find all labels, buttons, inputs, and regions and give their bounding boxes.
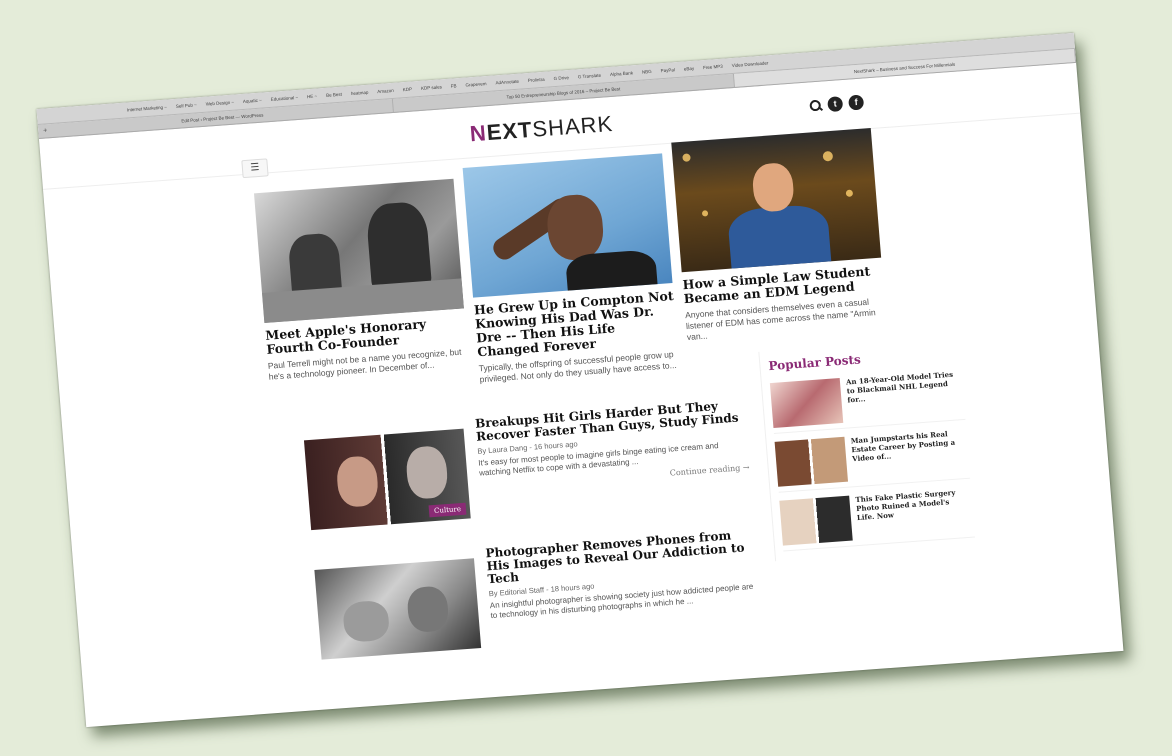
popular-post-title[interactable]: Man Jumpstarts his Real Estate Career by…: [850, 428, 962, 463]
story-card[interactable]: Meet Apple's Honorary Fourth Co-Founder …: [253, 178, 469, 383]
logo-shark: SHARK: [531, 110, 615, 142]
bookmark-item[interactable]: Free MP3: [703, 64, 723, 70]
bookmark-item[interactable]: Alpha Bank: [610, 70, 633, 77]
story-title[interactable]: He Grew Up in Compton Not Knowing His Da…: [473, 288, 678, 359]
logo-ext: EXT: [485, 116, 534, 146]
bookmark-item[interactable]: Amazon: [377, 88, 394, 94]
bookmark-item[interactable]: AdAnnotate: [495, 79, 519, 86]
bookmark-item[interactable]: G Drive: [553, 75, 569, 81]
bookmark-item[interactable]: NBG: [642, 69, 652, 75]
popular-post-thumbnail[interactable]: [779, 495, 853, 546]
bookmark-item[interactable]: Prolintra: [528, 77, 545, 83]
bookmark-item[interactable]: Video Downloader: [732, 60, 769, 68]
sidebar-toggle-button[interactable]: +: [38, 124, 53, 138]
popular-post-title[interactable]: An 18-Year-Old Model Tries to Blackmail …: [846, 369, 958, 405]
bookmark-item[interactable]: HE ~: [307, 94, 318, 100]
bookmark-item[interactable]: eBay: [684, 66, 695, 72]
feed-thumbnail[interactable]: [314, 558, 482, 660]
facebook-icon[interactable]: f: [848, 94, 865, 111]
popular-post[interactable]: Man Jumpstarts his Real Estate Career by…: [774, 425, 971, 493]
bookmark-item[interactable]: heatmap: [351, 90, 369, 96]
bookmark-item[interactable]: G Translate: [578, 73, 602, 80]
feed-text: Photographer Removes Phones from His Ima…: [485, 528, 760, 622]
popular-post-thumbnail[interactable]: [774, 436, 849, 487]
bookmark-item[interactable]: Self Pub ~: [176, 102, 197, 109]
header-icons: t f: [809, 94, 865, 114]
browser-window: Internet Marketing ~ Self Pub ~ Web Desi…: [36, 32, 1124, 728]
popular-post[interactable]: This Fake Plastic Surgery Photo Ruined a…: [779, 484, 975, 552]
bookmark-item[interactable]: Internet Marketing ~: [127, 105, 167, 113]
story-image[interactable]: [462, 153, 673, 298]
bookmark-item[interactable]: KDP sales: [421, 84, 442, 91]
bookmark-item[interactable]: Be Best: [326, 92, 342, 98]
story-image[interactable]: [671, 128, 882, 273]
bookmark-item[interactable]: Grapevem: [465, 81, 486, 88]
bookmark-item[interactable]: Web Design ~: [206, 100, 235, 107]
bookmark-item[interactable]: FB: [451, 83, 457, 88]
bookmark-item[interactable]: PayPal: [660, 67, 675, 73]
story-card[interactable]: How a Simple Law Student Became an EDM L…: [671, 128, 887, 343]
bookmark-item[interactable]: Educational ~: [271, 95, 299, 102]
bookmark-item[interactable]: KDP: [403, 87, 413, 93]
category-badge[interactable]: Culture: [428, 502, 467, 518]
popular-post-thumbnail[interactable]: [769, 377, 844, 428]
bookmark-item[interactable]: Aquatic ~: [243, 98, 262, 104]
popular-posts-sidebar: Popular Posts An 18-Year-Old Model Tries…: [758, 337, 976, 562]
story-image[interactable]: [253, 178, 464, 323]
feed-item[interactable]: Photographer Removes Phones from His Ima…: [314, 528, 762, 670]
screenshot-frame: Internet Marketing ~ Self Pub ~ Web Desi…: [36, 32, 1124, 728]
popular-post-title[interactable]: This Fake Plastic Surgery Photo Ruined a…: [855, 487, 967, 522]
feed-item[interactable]: Culture Breakups Hit Girls Harder But Th…: [303, 398, 751, 540]
popular-post[interactable]: An 18-Year-Old Model Tries to Blackmail …: [769, 367, 966, 434]
feed-thumbnail[interactable]: Culture: [303, 428, 471, 531]
feed-text: Breakups Hit Girls Harder But They Recov…: [475, 398, 750, 492]
twitter-icon[interactable]: t: [827, 96, 844, 113]
site-logo[interactable]: NEXTSHARK: [469, 111, 614, 147]
search-icon[interactable]: [809, 99, 822, 112]
hamburger-icon[interactable]: ☰: [241, 158, 269, 179]
website: ☰ NEXTSHARK t f Meet Apple's Honorary Fo…: [38, 62, 1124, 727]
logo-n: N: [468, 120, 488, 147]
story-card[interactable]: He Grew Up in Compton Not Knowing His Da…: [462, 153, 680, 385]
